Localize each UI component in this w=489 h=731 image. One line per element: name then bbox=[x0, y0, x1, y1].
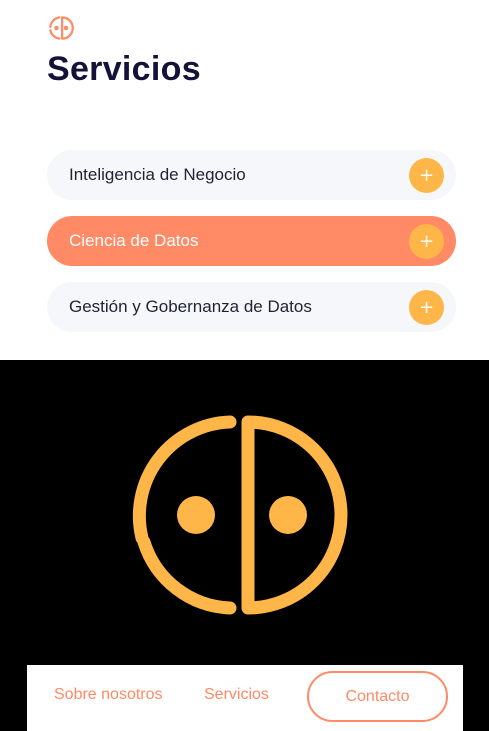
plus-icon[interactable]: + bbox=[409, 224, 444, 259]
service-item-data-science[interactable]: Ciencia de Datos + bbox=[47, 216, 456, 266]
plus-icon[interactable]: + bbox=[409, 158, 444, 193]
nav-link-services[interactable]: Servicios bbox=[204, 686, 269, 704]
bottom-nav: Sobre nosotros Servicios Contacto bbox=[27, 665, 463, 731]
service-item-business-intelligence[interactable]: Inteligencia de Negocio + bbox=[47, 150, 456, 200]
contact-button[interactable]: Contacto bbox=[307, 671, 448, 722]
service-item-label: Gestión y Gobernanza de Datos bbox=[69, 297, 312, 316]
face-circle-logo-icon bbox=[132, 415, 348, 615]
service-item-label: Ciencia de Datos bbox=[69, 231, 199, 250]
nav-link-about[interactable]: Sobre nosotros bbox=[54, 686, 163, 704]
service-item-label: Inteligencia de Negocio bbox=[69, 165, 246, 184]
face-circle-logo-icon bbox=[49, 16, 74, 40]
services-section: Servicios Inteligencia de Negocio + Cien… bbox=[0, 0, 489, 360]
plus-icon[interactable]: + bbox=[409, 290, 444, 325]
service-item-data-governance[interactable]: Gestión y Gobernanza de Datos + bbox=[47, 282, 456, 332]
page-title: Servicios bbox=[47, 50, 201, 88]
footer-section: Sobre nosotros Servicios Contacto bbox=[0, 360, 489, 731]
